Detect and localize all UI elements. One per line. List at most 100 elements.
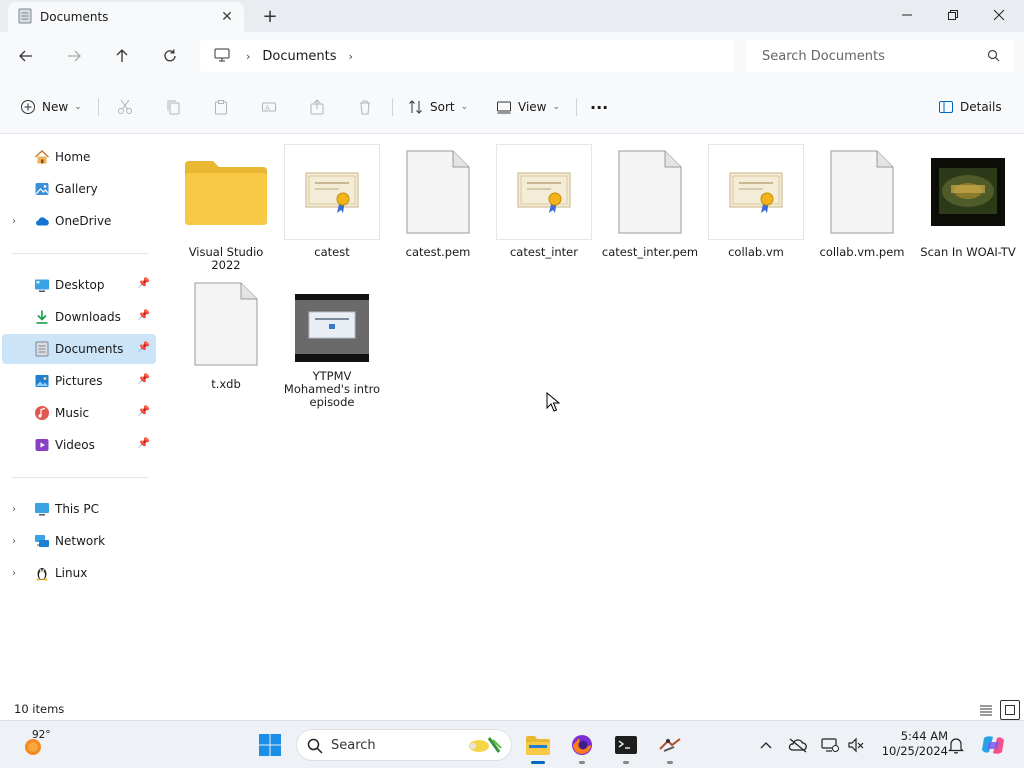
notifications-button[interactable] bbox=[944, 733, 968, 757]
sort-label: Sort bbox=[430, 100, 455, 114]
tab-title: Documents bbox=[40, 10, 109, 24]
tab-documents[interactable]: Documents ✕ bbox=[8, 2, 244, 32]
network-icon bbox=[34, 533, 50, 549]
bell-icon bbox=[948, 738, 964, 754]
file-item[interactable]: catest.pem bbox=[386, 144, 490, 259]
pin-icon[interactable]: 📌 bbox=[138, 374, 150, 385]
sidebar-item-documents[interactable]: Documents 📌 bbox=[2, 334, 156, 364]
details-view-button[interactable] bbox=[976, 700, 996, 720]
app-icon bbox=[659, 738, 681, 752]
sidebar-item-gallery[interactable]: Gallery bbox=[2, 174, 156, 204]
delete-button[interactable] bbox=[354, 96, 376, 118]
taskbar-clock[interactable]: 5:44 AM 10/25/2024 bbox=[872, 729, 948, 759]
clock-time: 5:44 AM bbox=[900, 729, 948, 743]
sidebar-item-onedrive[interactable]: › OneDrive bbox=[2, 206, 156, 236]
taskbar-firefox[interactable] bbox=[566, 729, 598, 764]
share-button[interactable] bbox=[306, 96, 328, 118]
sidebar-item-downloads[interactable]: Downloads 📌 bbox=[2, 302, 156, 332]
more-options-button[interactable]: ··· bbox=[590, 96, 608, 118]
address-bar[interactable]: › Documents › bbox=[200, 40, 734, 72]
plus-circle-icon bbox=[21, 100, 35, 114]
taskbar-search[interactable]: Search bbox=[296, 729, 512, 761]
tray-onedrive[interactable] bbox=[786, 733, 810, 757]
video-thumbnail bbox=[284, 292, 380, 364]
restore-icon bbox=[948, 10, 958, 20]
close-window-button[interactable] bbox=[976, 0, 1022, 30]
weather-widget[interactable]: 92° bbox=[18, 729, 78, 761]
file-name: Scan In WOAI-TV bbox=[920, 245, 1016, 259]
sidebar-item-linux[interactable]: › Linux bbox=[2, 558, 156, 588]
start-button[interactable] bbox=[254, 729, 286, 761]
details-button[interactable]: Details bbox=[938, 96, 1002, 118]
rename-button[interactable]: A bbox=[258, 96, 280, 118]
show-hidden-icons-button[interactable] bbox=[754, 733, 778, 757]
large-icons-view-button[interactable] bbox=[1000, 700, 1020, 720]
scissors-icon bbox=[118, 99, 132, 114]
tray-network[interactable] bbox=[818, 733, 842, 757]
pin-icon[interactable]: 📌 bbox=[138, 342, 150, 353]
file-item[interactable]: catest bbox=[280, 144, 384, 259]
tray-volume[interactable] bbox=[844, 733, 868, 757]
pin-icon[interactable]: 📌 bbox=[138, 406, 150, 417]
sidebar-item-videos[interactable]: Videos 📌 bbox=[2, 430, 156, 460]
chevron-right-icon[interactable]: › bbox=[12, 536, 16, 547]
file-item[interactable]: Scan In WOAI-TV bbox=[916, 144, 1020, 259]
home-icon bbox=[34, 149, 50, 165]
sidebar-item-music[interactable]: Music 📌 bbox=[2, 398, 156, 428]
back-button[interactable] bbox=[12, 42, 40, 70]
paste-button[interactable] bbox=[210, 96, 232, 118]
file-item[interactable]: collab.vm bbox=[704, 144, 808, 259]
search-input[interactable]: Search Documents bbox=[746, 40, 1014, 72]
taskbar-terminal[interactable] bbox=[610, 729, 642, 764]
pin-icon[interactable]: 📌 bbox=[138, 310, 150, 321]
taskbar-file-explorer[interactable] bbox=[522, 729, 554, 764]
file-item[interactable]: catest_inter.pem bbox=[598, 144, 702, 259]
sidebar-item-network[interactable]: › Network bbox=[2, 526, 156, 556]
file-view[interactable]: Visual Studio 2022 catest catest.pem cat… bbox=[160, 134, 1024, 700]
file-item[interactable]: collab.vm.pem bbox=[810, 144, 914, 259]
sidebar-item-this-pc[interactable]: › This PC bbox=[2, 494, 156, 524]
new-tab-button[interactable]: + bbox=[258, 5, 282, 27]
pin-icon[interactable]: 📌 bbox=[138, 278, 150, 289]
copy-button[interactable] bbox=[162, 96, 184, 118]
certificate-icon bbox=[284, 144, 380, 240]
file-name: t.xdb bbox=[211, 377, 241, 391]
chevron-right-icon[interactable]: › bbox=[349, 50, 353, 63]
arrow-right-icon bbox=[68, 50, 81, 62]
taskbar-app[interactable] bbox=[654, 729, 686, 764]
chevron-right-icon[interactable]: › bbox=[12, 216, 16, 227]
copilot-icon bbox=[982, 736, 1004, 754]
maximize-button[interactable] bbox=[930, 0, 976, 30]
chevron-right-icon[interactable]: › bbox=[246, 50, 250, 63]
cut-button[interactable] bbox=[114, 96, 136, 118]
file-item[interactable]: Visual Studio 2022 bbox=[174, 144, 278, 272]
file-item[interactable]: YTPMV Mohamed's intro episode bbox=[280, 292, 384, 409]
minimize-button[interactable] bbox=[884, 0, 930, 30]
sidebar-item-home[interactable]: Home bbox=[2, 142, 156, 172]
file-item[interactable]: t.xdb bbox=[174, 276, 278, 391]
chevron-right-icon[interactable]: › bbox=[12, 504, 16, 515]
status-bar: 10 items bbox=[0, 700, 1024, 720]
sidebar-item-desktop[interactable]: Desktop 📌 bbox=[2, 270, 156, 300]
file-name: catest_inter bbox=[509, 245, 578, 259]
open-indicator bbox=[579, 761, 585, 764]
sort-button[interactable]: Sort ⌄ bbox=[408, 96, 468, 118]
sidebar-item-pictures[interactable]: Pictures 📌 bbox=[2, 366, 156, 396]
chevron-down-icon: ⌄ bbox=[460, 102, 469, 112]
search-label: Search bbox=[331, 737, 376, 753]
new-button[interactable]: New ⌄ bbox=[20, 96, 82, 118]
file-item[interactable]: catest_inter bbox=[492, 144, 596, 259]
chevron-right-icon[interactable]: › bbox=[12, 568, 16, 579]
breadcrumb-documents[interactable]: Documents bbox=[262, 49, 336, 64]
certificate-icon bbox=[496, 144, 592, 240]
up-button[interactable] bbox=[108, 42, 136, 70]
refresh-button[interactable] bbox=[156, 42, 184, 70]
forward-button[interactable] bbox=[60, 42, 88, 70]
document-icon bbox=[178, 276, 274, 372]
pin-icon[interactable]: 📌 bbox=[138, 438, 150, 449]
monitor-icon[interactable] bbox=[214, 48, 230, 65]
copilot-button[interactable] bbox=[978, 733, 1008, 757]
close-tab-icon[interactable]: ✕ bbox=[218, 8, 236, 26]
sidebar-item-label: Documents bbox=[55, 342, 124, 356]
view-button[interactable]: View ⌄ bbox=[496, 96, 560, 118]
